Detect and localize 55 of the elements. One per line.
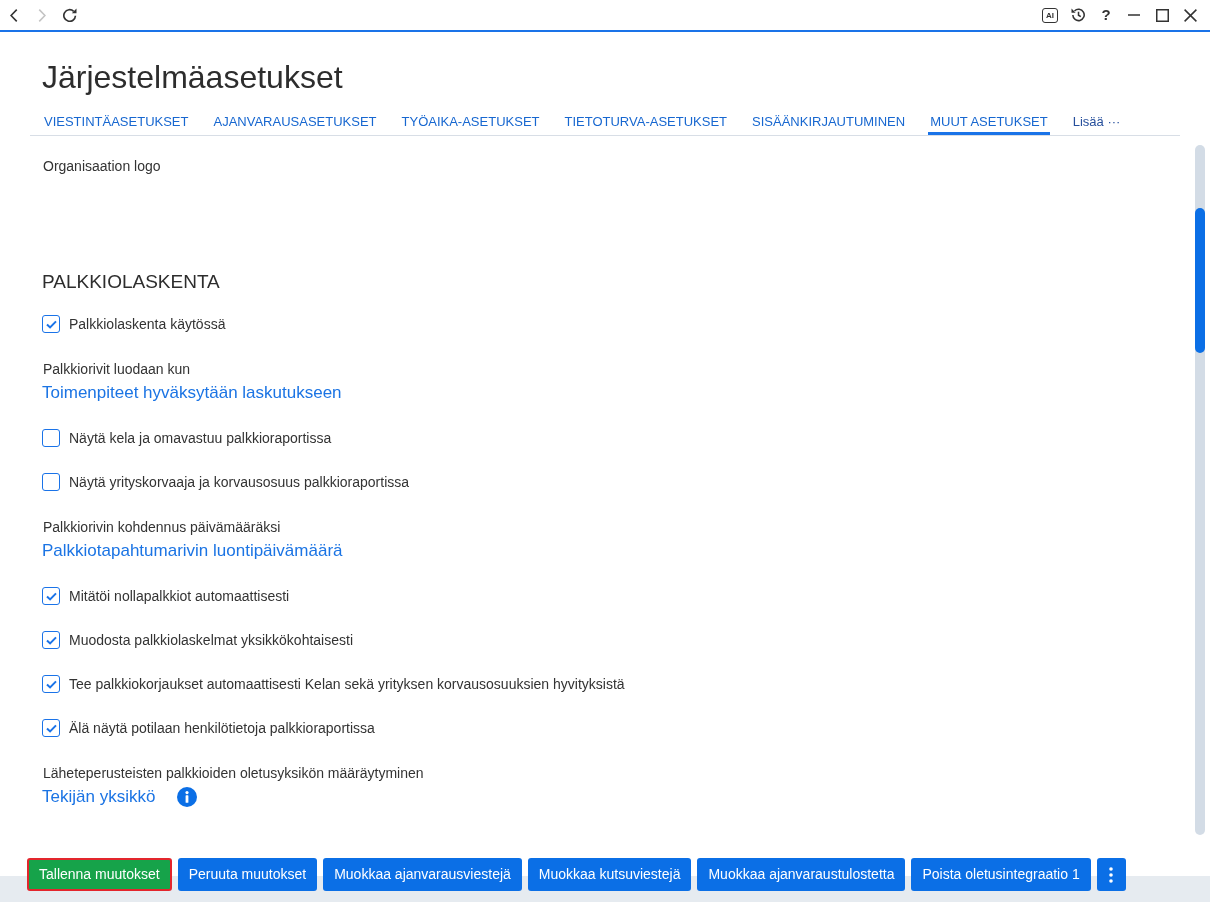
history-icon [1071,8,1085,22]
chevron-left-icon [10,8,18,22]
checkbox-label: Älä näytä potilaan henkilötietoja palkkioraportissa [69,718,375,738]
checkbox[interactable] [42,631,60,649]
checkbox-label: Muodosta palkkiolaskelmat yksikkökohtaisesti [69,630,353,650]
setting-label: Palkkiorivit luodaan kun [43,360,192,379]
setting-label: Läheteperusteisten palkkioiden oletusyksikön määräytyminen [43,764,425,783]
setting-value-link[interactable]: Palkkiotapahtumarivin luontipäivämäärä [42,539,343,563]
info-icon[interactable] [177,787,198,807]
tab[interactable]: MUUT ASETUKSET [928,99,1050,135]
ai-button[interactable]: AI [1042,7,1058,23]
tab[interactable]: TYÖAIKA-ASETUKSET [399,99,542,135]
section-heading: PALKKIOLASKENTA [42,270,221,294]
action-button[interactable]: Peruuta muutokset [177,858,318,891]
save-button[interactable]: Tallenna muutokset [27,858,172,891]
help-button[interactable]: ? [1098,4,1114,26]
checkbox-label: Tee palkkiokorjaukset automaattisesti Kelan sekä yrityksen korvausosuuksien hyvityksistä [69,674,625,694]
check-icon [45,723,57,733]
checkbox-label: Mitätöi nollapalkkiot automaattisesti [69,586,290,606]
check-icon [45,635,57,645]
setting-label: Palkkiorivin kohdennus päivämääräksi [43,518,282,537]
tab[interactable]: SISÄÄNKIRJAUTUMINEN [750,99,908,135]
checkbox[interactable] [42,315,60,333]
check-icon [45,679,57,689]
minimize-icon [1128,14,1140,16]
scrollbar[interactable] [1195,145,1205,835]
scrollbar-thumb[interactable] [1195,208,1205,353]
reload-icon [63,8,77,22]
checkbox-label: Palkkiolaskenta käytössä [69,314,226,334]
check-icon [45,591,57,601]
chevron-right-icon [38,8,46,22]
checkbox-label: Näytä yrityskorvaaja ja korvausosuus palkkioraportissa [69,472,410,492]
checkbox[interactable] [42,429,60,447]
maximize-icon [1155,8,1169,22]
field-label: Organisaation logo [43,157,162,176]
action-button[interactable]: Muokkaa ajanvarausviestejä [323,858,522,891]
tab[interactable]: TIETOTURVA-ASETUKSET [562,99,730,135]
action-button[interactable]: Muokkaa kutsuviestejä [527,858,692,891]
action-button[interactable]: Muokkaa ajanvaraustulostetta [697,858,906,891]
tab[interactable]: AJANVARAUSASETUKSET [211,99,379,135]
more-tab[interactable]: Lisää ··· [1070,99,1123,135]
setting-value-link[interactable]: Tekijän yksikkö [42,785,156,809]
setting-value-link[interactable]: Toimenpiteet hyväksytään laskutukseen [42,381,342,405]
checkbox-label: Näytä kela ja omavastuu palkkioraportissa [69,428,332,448]
more-actions-button[interactable] [1096,858,1126,891]
close-icon [1183,8,1197,22]
checkbox[interactable] [42,587,60,605]
check-icon [45,319,57,329]
checkbox[interactable] [42,675,60,693]
tab[interactable]: VIESTINTÄASETUKSET [42,99,191,135]
checkbox[interactable] [42,719,60,737]
kebab-icon [1109,866,1114,883]
action-button[interactable]: Poista oletusintegraatio 1 [911,858,1091,891]
page-title: Järjestelmäasetukset [42,58,344,97]
checkbox[interactable] [42,473,60,491]
